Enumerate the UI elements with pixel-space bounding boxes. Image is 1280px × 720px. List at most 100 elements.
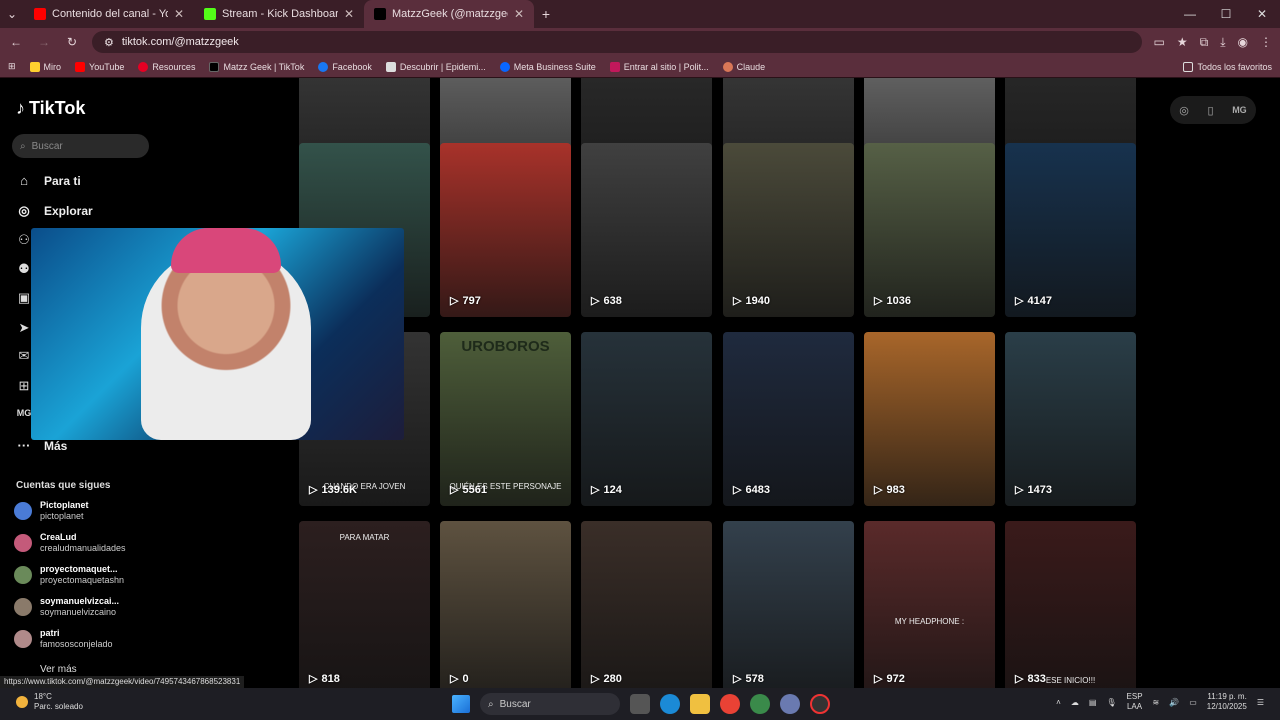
profile-icon[interactable]: ◉: [1238, 35, 1248, 50]
language-indicator[interactable]: ESP LAA: [1127, 692, 1143, 712]
view-count: ▷ 833: [1015, 672, 1046, 686]
cast-icon[interactable]: ▭: [1154, 35, 1165, 50]
sidebar-item-for-you[interactable]: ⌂ Para ti: [16, 173, 81, 188]
video-thumbnail[interactable]: ▷ 0: [440, 521, 571, 688]
task-view-icon[interactable]: [630, 694, 650, 714]
bookmark-miro[interactable]: Miro: [29, 61, 62, 72]
chrome-active-icon[interactable]: [780, 694, 800, 714]
close-window-icon[interactable]: ✕: [1244, 0, 1280, 28]
edge-icon[interactable]: [660, 694, 680, 714]
view-count-number: 4147: [1027, 294, 1052, 307]
notifications-icon[interactable]: ☰: [1257, 698, 1264, 707]
cloud-icon[interactable]: ☁: [1071, 698, 1079, 707]
bookmark-epidemic[interactable]: Descubrir | Epidemi...: [385, 61, 486, 72]
app-icon[interactable]: [750, 694, 770, 714]
back-icon[interactable]: ←: [8, 35, 24, 49]
video-thumbnail[interactable]: ▷ 4147: [1005, 143, 1136, 317]
weather-sun-icon: [16, 696, 28, 708]
followed-account[interactable]: Pictoplanet pictoplanet: [14, 500, 89, 522]
site-info-icon[interactable]: ⚙: [104, 36, 114, 49]
close-icon[interactable]: ✕: [174, 7, 184, 21]
network-icon[interactable]: ▤: [1089, 698, 1097, 707]
sidebar-item-explore[interactable]: ◎ Explorar: [16, 203, 92, 219]
bookmark-polit[interactable]: Entrar al sitio | Polit...: [609, 61, 709, 72]
battery-icon[interactable]: ▭: [1189, 698, 1197, 707]
weather-widget[interactable]: 18°C Parc. soleado: [16, 692, 83, 712]
see-more-link[interactable]: Ver más: [40, 664, 77, 675]
windows-start-icon[interactable]: [452, 695, 470, 713]
video-thumbnail[interactable]: PARA MATAR ▷ 818: [299, 521, 430, 688]
video-thumbnail[interactable]: ▷ 1473: [1005, 332, 1136, 506]
view-count-number: 638: [603, 294, 622, 307]
clock[interactable]: 11:19 p. m. 12/10/2025: [1207, 692, 1247, 712]
bookmarks-folder[interactable]: Todos los favoritos: [1183, 61, 1272, 72]
tab-list-chevron-icon[interactable]: ⌄: [0, 7, 24, 21]
video-thumbnail[interactable]: ▷ 124: [581, 332, 712, 506]
followed-account[interactable]: soymanuelvizcai... soymanuelvizcaino: [14, 596, 119, 618]
video-thumbnail[interactable]: MY HEADPHONE : ▷ 972: [864, 521, 995, 688]
menu-icon[interactable]: ⋮: [1260, 35, 1272, 50]
mic-icon[interactable]: 🎙: [1106, 698, 1116, 707]
tray-chevron-icon[interactable]: ˄: [1056, 698, 1061, 707]
forward-icon[interactable]: →: [36, 35, 52, 49]
video-thumbnail[interactable]: ESE INICIO!!! ▷ 833: [1005, 521, 1136, 688]
bookmark-facebook[interactable]: Facebook: [318, 61, 372, 72]
upload-icon[interactable]: ⊞: [16, 378, 32, 394]
video-thumbnail[interactable]: ▷ 983: [864, 332, 995, 506]
wifi-icon[interactable]: ≋: [1153, 698, 1160, 707]
weather-desc: Parc. soleado: [34, 702, 83, 711]
followed-account[interactable]: proyectomaquet... proyectomaquetashn: [14, 564, 124, 586]
tab-kick[interactable]: Stream - Kick Dashboard ✕: [194, 0, 364, 28]
tab-tiktok[interactable]: MatzzGeek (@matzzgeek) | Tik ✕: [364, 0, 534, 28]
friends-icon[interactable]: ⚉: [16, 261, 32, 277]
video-thumbnail[interactable]: ▷ 578: [723, 521, 854, 688]
site-icon: [609, 61, 620, 72]
volume-icon[interactable]: 🔊: [1169, 698, 1179, 707]
video-thumbnail[interactable]: ▷ 638: [581, 143, 712, 317]
download-icon[interactable]: ⤓: [1220, 35, 1225, 50]
chrome-icon[interactable]: [720, 694, 740, 714]
video-thumbnail[interactable]: ▷ 797: [440, 143, 571, 317]
view-count: ▷ 280: [591, 672, 622, 686]
followed-account[interactable]: CreaLud crealudmanualidades: [14, 532, 126, 554]
bookmark-tiktok[interactable]: Matzz Geek | TikTok: [209, 61, 304, 72]
recording-app-icon[interactable]: [810, 694, 830, 714]
url-field[interactable]: ⚙ tiktok.com/@matzzgeek: [92, 31, 1142, 53]
messages-icon[interactable]: ➤: [16, 320, 32, 336]
maximize-icon[interactable]: ☐: [1208, 0, 1244, 28]
search-input[interactable]: ⌕ Buscar: [12, 134, 149, 158]
compass-icon[interactable]: ◎: [1179, 104, 1189, 117]
bookmark-claude[interactable]: Claude: [722, 61, 765, 72]
followed-account[interactable]: patri famososconjelado: [14, 628, 113, 650]
profile-badge-icon[interactable]: MG: [1232, 105, 1247, 115]
profile-avatar-icon[interactable]: MG: [16, 408, 32, 418]
close-icon[interactable]: ✕: [344, 7, 354, 21]
activity-icon[interactable]: ✉: [16, 348, 32, 364]
taskbar-search[interactable]: ⌕ Buscar: [480, 693, 620, 715]
new-tab-button[interactable]: +: [534, 6, 558, 22]
video-thumbnail[interactable]: ▷ 280: [581, 521, 712, 688]
tab-youtube[interactable]: Contenido del canal - YouTube ✕: [24, 0, 194, 28]
bookmark-resources[interactable]: Resources: [138, 61, 195, 72]
bookmark-star-icon[interactable]: ★: [1177, 35, 1188, 50]
bookmark-label: Miro: [43, 61, 62, 72]
file-explorer-icon[interactable]: [690, 694, 710, 714]
bookmark-meta[interactable]: Meta Business Suite: [499, 61, 596, 72]
apps-icon[interactable]: ⊞: [8, 61, 16, 72]
phone-icon[interactable]: ▯: [1208, 104, 1214, 117]
view-count-number: 818: [321, 672, 340, 685]
video-thumbnail[interactable]: ▷ 1036: [864, 143, 995, 317]
following-icon[interactable]: ⚇: [16, 232, 32, 248]
extensions-icon[interactable]: ⧉: [1200, 35, 1209, 50]
account-handle: crealudmanualidades: [40, 543, 126, 553]
sidebar-item-more[interactable]: ··· Más: [16, 438, 68, 453]
live-icon[interactable]: ▣: [16, 290, 32, 306]
tiktok-logo[interactable]: ♪ TikTok: [16, 98, 85, 119]
reload-icon[interactable]: ↻: [64, 35, 80, 49]
video-thumbnail[interactable]: ▷ 1940: [723, 143, 854, 317]
close-icon[interactable]: ✕: [514, 7, 524, 21]
video-thumbnail[interactable]: ▷ 6483: [723, 332, 854, 506]
minimize-icon[interactable]: —: [1172, 0, 1208, 28]
video-thumbnail[interactable]: QUIÉN ES ESTE PERSONAJE ▷ 5561 UROBOROS: [440, 332, 571, 506]
bookmark-youtube[interactable]: YouTube: [75, 61, 124, 72]
